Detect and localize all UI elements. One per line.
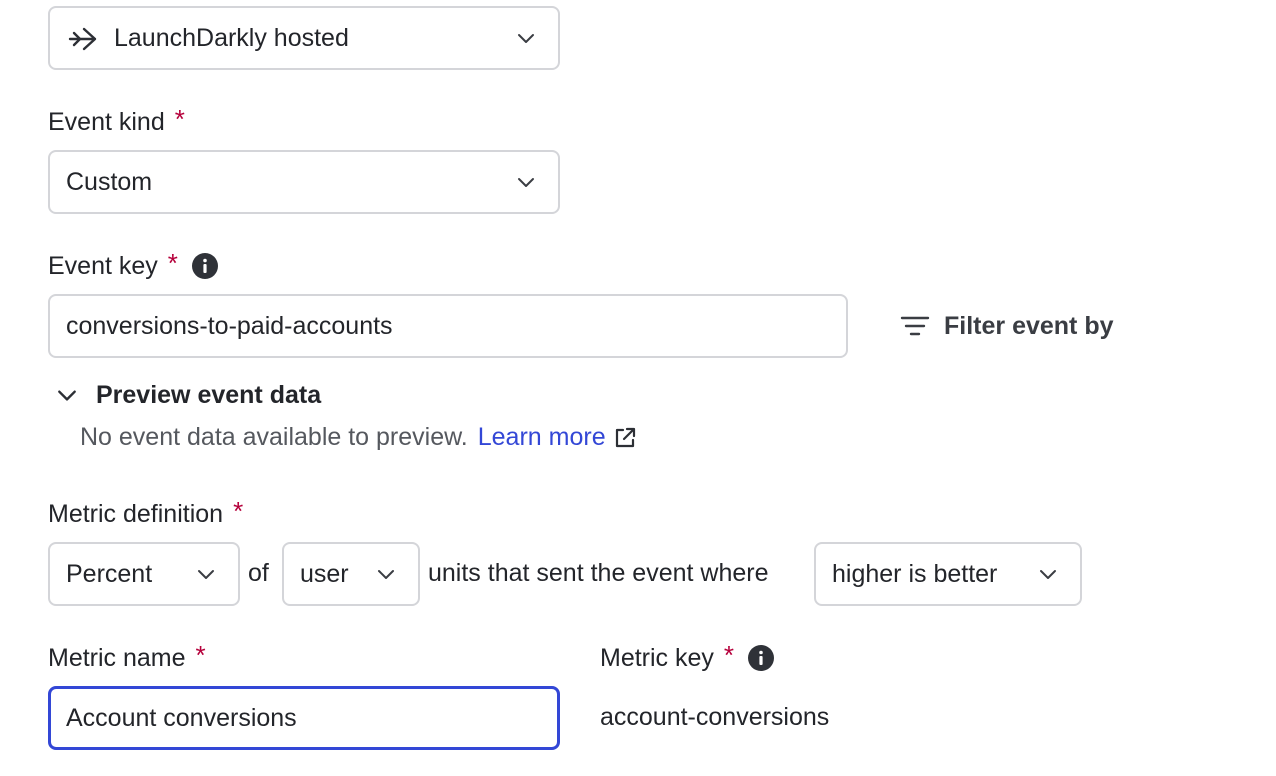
required-mark: * bbox=[723, 639, 735, 670]
chevron-down-icon bbox=[198, 570, 214, 579]
event-key-value: conversions-to-paid-accounts bbox=[66, 311, 393, 340]
preview-heading: Preview event data bbox=[96, 380, 322, 409]
chevron-down-icon bbox=[58, 390, 76, 401]
metric-key-label: Metric key * bbox=[600, 639, 775, 676]
preview-toggle[interactable]: Preview event data bbox=[56, 378, 321, 412]
learn-more-link[interactable]: Learn more bbox=[478, 423, 638, 452]
event-kind-value: Custom bbox=[66, 167, 153, 196]
required-mark: * bbox=[195, 639, 206, 670]
filter-icon bbox=[898, 314, 932, 338]
metric-name-value: Account conversions bbox=[66, 703, 297, 732]
direction-select[interactable]: higher is better bbox=[814, 542, 1082, 606]
preview-message-row: No event data available to preview. Lear… bbox=[80, 423, 638, 452]
filter-event-label: Filter event by bbox=[944, 311, 1114, 340]
required-mark: * bbox=[233, 495, 244, 526]
event-kind-select[interactable]: Custom bbox=[48, 150, 560, 214]
event-key-label: Event key * bbox=[48, 248, 218, 284]
info-icon[interactable] bbox=[191, 253, 218, 279]
event-key-input[interactable]: conversions-to-paid-accounts bbox=[48, 294, 848, 358]
required-mark: * bbox=[174, 103, 185, 134]
of-text: of bbox=[248, 559, 269, 587]
metric-name-input[interactable]: Account conversions bbox=[48, 686, 560, 750]
metric-definition-label: Metric definition * bbox=[48, 495, 244, 528]
metric-form: LaunchDarkly hosted Event kind * Custom … bbox=[0, 0, 1276, 776]
chevron-down-icon bbox=[1040, 570, 1056, 579]
metric-name-label: Metric name * bbox=[48, 639, 206, 672]
chevron-down-icon bbox=[518, 178, 534, 187]
filter-event-button[interactable]: Filter event by bbox=[898, 306, 1114, 346]
data-source-select[interactable]: LaunchDarkly hosted bbox=[48, 6, 560, 70]
units-text: units that sent the event where bbox=[428, 559, 769, 587]
arrow-right-icon bbox=[68, 26, 98, 52]
event-kind-label: Event kind * bbox=[48, 103, 185, 136]
chevron-down-icon bbox=[378, 570, 394, 579]
required-mark: * bbox=[167, 247, 178, 278]
unit-select[interactable]: user bbox=[282, 542, 420, 606]
external-link-icon bbox=[615, 427, 635, 447]
measure-select[interactable]: Percent bbox=[48, 542, 240, 606]
preview-message: No event data available to preview. bbox=[80, 423, 468, 451]
data-source-value: LaunchDarkly hosted bbox=[114, 23, 349, 52]
info-icon[interactable] bbox=[748, 645, 775, 671]
chevron-down-icon bbox=[518, 34, 534, 43]
metric-key-value: account-conversions bbox=[600, 703, 830, 731]
